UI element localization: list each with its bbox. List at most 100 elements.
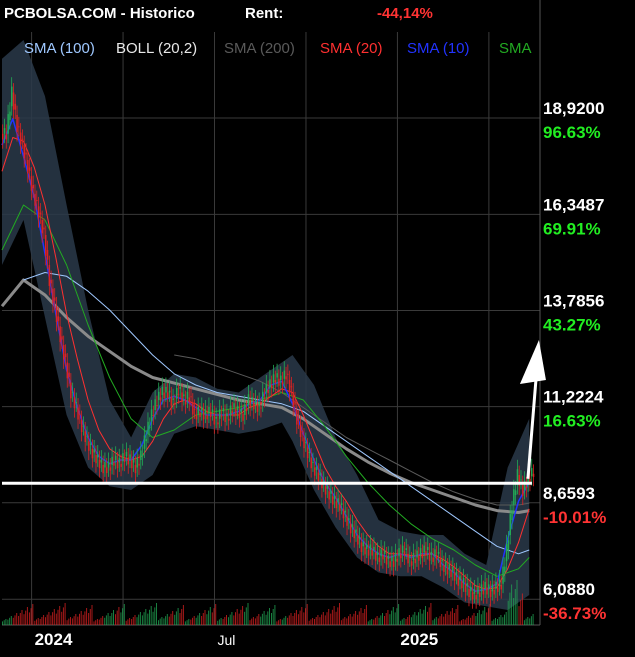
- candle-body: [193, 408, 196, 410]
- volume-bar: [91, 605, 93, 625]
- volume-bar: [66, 620, 68, 625]
- candle-body: [373, 546, 375, 550]
- candle-body: [140, 450, 142, 460]
- volume-bar: [373, 619, 375, 625]
- candle-body: [233, 403, 235, 408]
- candle-body: [297, 418, 300, 420]
- volume-bar: [502, 617, 504, 625]
- volume-bar: [448, 614, 450, 625]
- candle-body: [489, 590, 492, 597]
- volume-bar: [77, 616, 79, 625]
- candle-body: [409, 555, 411, 558]
- volume-bar: [68, 618, 70, 625]
- volume-bar: [165, 616, 167, 625]
- candle-body: [319, 473, 321, 475]
- volume-bar: [125, 620, 127, 625]
- candle-body: [378, 557, 381, 562]
- volume-bar: [149, 609, 150, 625]
- candle-body: [152, 415, 155, 416]
- candle-body: [425, 551, 427, 556]
- candle-body: [211, 409, 214, 412]
- candle-body: [249, 400, 251, 407]
- volume-bar: [12, 617, 14, 625]
- volume-bar: [305, 608, 306, 625]
- candle-body: [412, 553, 415, 560]
- volume-bar: [416, 615, 418, 625]
- volume-bar: [342, 618, 344, 625]
- volume-bar: [45, 617, 46, 625]
- candle-body: [405, 548, 407, 550]
- candle-body: [265, 384, 268, 393]
- volume-bar: [16, 613, 18, 625]
- candle-body: [376, 551, 379, 555]
- candle-body: [360, 542, 363, 552]
- candle-body: [213, 415, 216, 425]
- candle-body: [443, 565, 445, 572]
- volume-bar: [297, 614, 299, 625]
- candle-body: [228, 418, 230, 421]
- candle-body: [380, 549, 382, 557]
- legend-item: SMA: [499, 40, 532, 57]
- candle-body: [235, 408, 237, 416]
- volume-bar: [55, 613, 57, 625]
- candle-body: [149, 426, 151, 428]
- volume-bar: [41, 617, 43, 625]
- x-tick-label: 2025: [400, 630, 438, 649]
- volume-bar: [319, 617, 321, 625]
- volume-bar: [314, 619, 315, 625]
- volume-bar: [139, 612, 141, 625]
- candle-body: [455, 571, 458, 575]
- volume-bar: [254, 618, 256, 625]
- volume-bar: [236, 609, 238, 625]
- candle-body: [484, 581, 486, 589]
- volume-bar: [477, 613, 479, 625]
- candle-body: [495, 581, 497, 589]
- volume-bar: [263, 611, 265, 625]
- candle-body: [21, 138, 24, 140]
- y-tick-percent: -10.01%: [543, 508, 606, 527]
- volume-bar: [274, 605, 276, 625]
- rent-value: -44,14%: [377, 5, 433, 22]
- candle-body: [134, 465, 137, 474]
- candle-body: [39, 212, 42, 215]
- candle-body: [75, 402, 77, 403]
- candle-body: [177, 393, 180, 395]
- candle-body: [367, 550, 370, 556]
- volume-bar: [423, 609, 425, 625]
- candle-body: [398, 548, 400, 557]
- volume-bar: [337, 607, 339, 625]
- candle-body: [50, 280, 52, 284]
- candle-body: [73, 397, 76, 409]
- volume-bar: [464, 619, 466, 625]
- candle-body: [305, 442, 307, 443]
- candle-body: [224, 413, 226, 422]
- candle-body: [98, 460, 101, 469]
- candle-body: [310, 457, 312, 469]
- candle-body: [34, 193, 36, 206]
- candle-body: [328, 491, 330, 500]
- volume-bar: [233, 615, 235, 625]
- volume-bar: [73, 616, 75, 625]
- candle-body: [348, 518, 350, 520]
- candle-body: [462, 578, 465, 583]
- candle-body: [285, 376, 287, 380]
- volume-bar: [57, 609, 59, 625]
- volume-bar: [19, 613, 21, 625]
- volume-bar: [23, 614, 25, 625]
- volume-bar: [491, 620, 493, 625]
- candle-body: [102, 465, 104, 474]
- site-title: PCBOLSA.COM - Historico: [4, 5, 195, 22]
- candle-body: [428, 552, 431, 561]
- volume-bar: [532, 614, 534, 625]
- candle-body: [208, 406, 210, 414]
- volume-bar: [265, 614, 267, 625]
- volume-bar: [435, 617, 437, 625]
- candle-body: [37, 206, 40, 219]
- candle-body: [349, 523, 352, 534]
- candle-body: [387, 555, 390, 559]
- y-tick-label: 6,0880: [543, 580, 595, 599]
- candle-body: [269, 379, 271, 388]
- volume-bar: [324, 615, 326, 625]
- volume-bar: [14, 615, 16, 625]
- candle-body: [434, 549, 436, 557]
